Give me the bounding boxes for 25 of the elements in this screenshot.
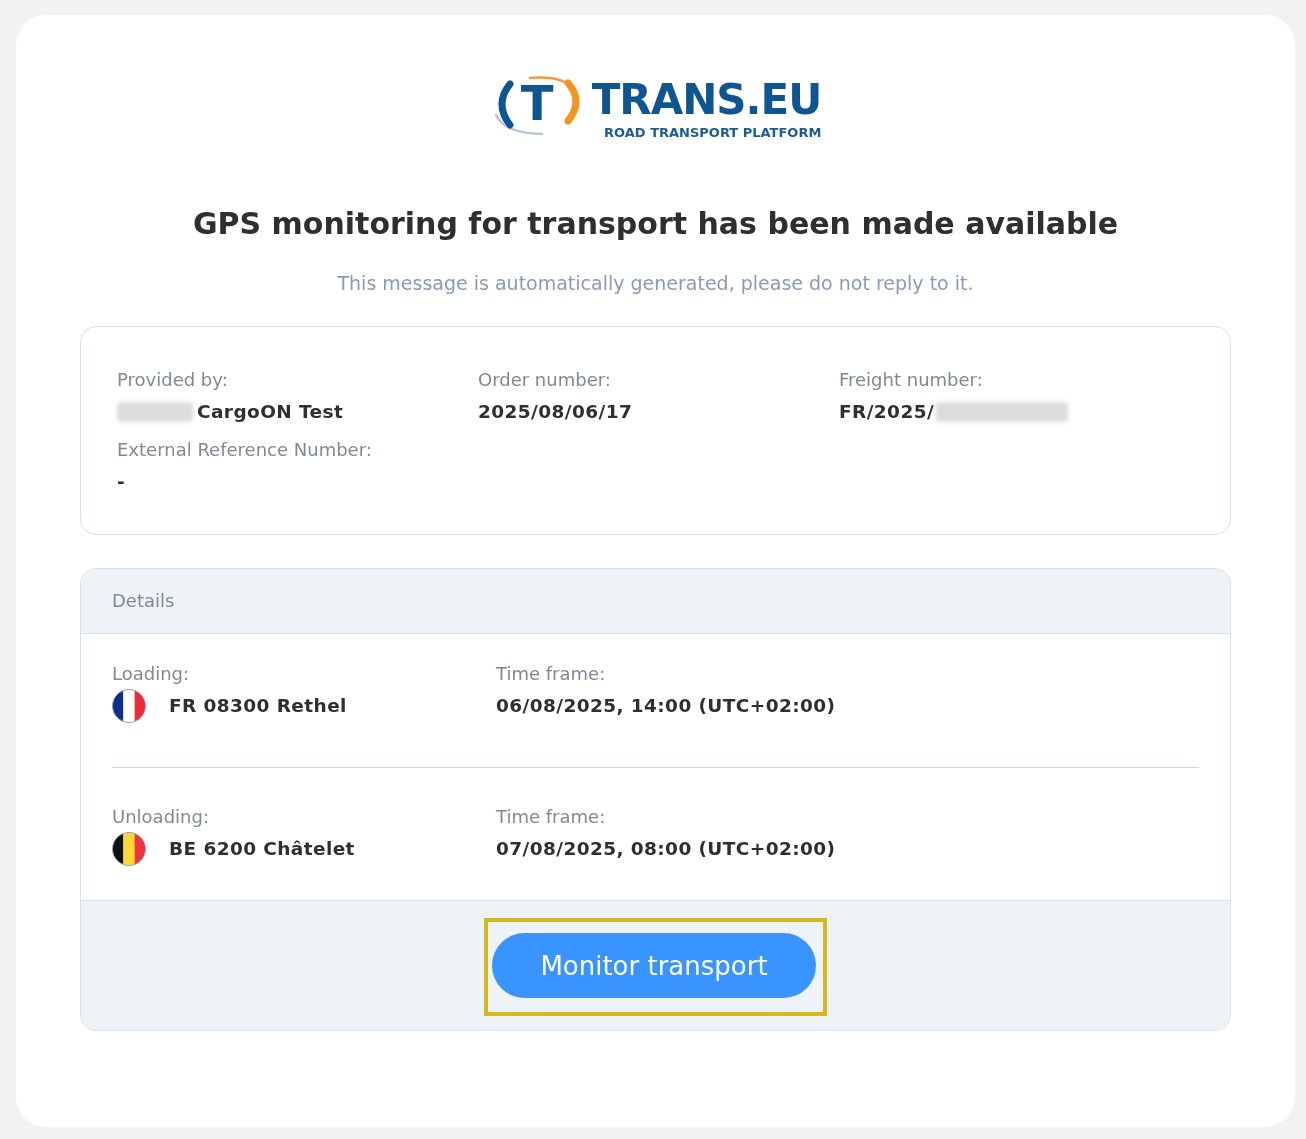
field-value: 2025/08/06/17 xyxy=(478,400,633,424)
field-label: Freight number: xyxy=(839,368,983,392)
field-label: Loading: xyxy=(112,662,190,686)
field-label: Provided by: xyxy=(117,368,228,392)
time-value: 07/08/2025, 08:00 (UTC+02:00) xyxy=(496,837,836,861)
france-flag-icon xyxy=(112,689,146,723)
field-label: External Reference Number: xyxy=(117,438,372,462)
belgium-flag-icon xyxy=(112,832,146,866)
field-value: - xyxy=(117,470,126,494)
email-title: GPS monitoring for transport has been made available xyxy=(192,205,1119,243)
field-label: Unloading: xyxy=(112,805,209,829)
auto-message-notice: This message is automatically generated, please do not reply to it. xyxy=(337,271,974,296)
field-value: FR/2025/ xyxy=(839,400,935,424)
field-label: Order number: xyxy=(478,368,611,392)
logo-wordmark: TRANS.EU xyxy=(591,79,822,121)
field-value: CargoON Test xyxy=(197,400,344,424)
place-name: BE 6200 Châtelet xyxy=(169,837,355,861)
section-title: Details xyxy=(112,589,175,613)
place-name: FR 08300 Rethel xyxy=(169,694,347,718)
logo-tagline: ROAD TRANSPORT PLATFORM xyxy=(604,126,822,140)
monitor-transport-button[interactable]: Monitor transport xyxy=(492,933,816,998)
field-label: Time frame: xyxy=(496,805,606,829)
field-label: Time frame: xyxy=(496,662,606,686)
logo-letter: T xyxy=(520,79,554,127)
time-value: 06/08/2025, 14:00 (UTC+02:00) xyxy=(496,694,836,718)
